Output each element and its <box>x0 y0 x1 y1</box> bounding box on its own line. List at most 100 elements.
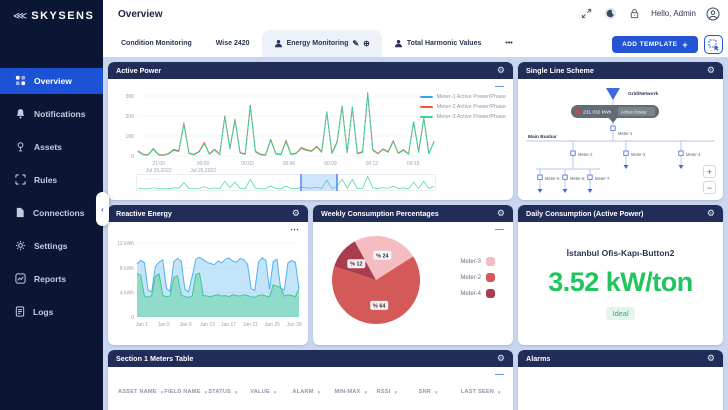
meter-1-label: Meter-1 <box>618 131 633 136</box>
column-header-rssi[interactable]: RSSI▼ <box>377 389 419 395</box>
daily-consumption-body: İstanbul Ofis-Kapı-Button2 3.52 kW/ton I… <box>518 222 723 345</box>
column-label: RSSI <box>377 389 391 395</box>
pie-legend-item[interactable]: Meter-3 <box>460 257 495 266</box>
column-header-min-max[interactable]: MIN-MAX▼ <box>335 389 377 395</box>
sidebar-collapse-handle[interactable]: ‹ <box>96 192 109 226</box>
column-header-last-seen[interactable]: LAST SEEN▼ <box>461 389 503 395</box>
legend-item[interactable]: Meter-3 Active Power/Phase <box>420 114 506 120</box>
add-template-label: ADD TEMPLATE <box>622 41 677 48</box>
gear-icon[interactable]: ⚙ <box>707 354 715 363</box>
scheme-tooltip: 231.032 kWh Active Power <box>571 105 659 123</box>
column-header-field-name[interactable]: FIELD NAME▼ <box>164 389 208 395</box>
panel-menu-icon[interactable]: — <box>495 372 504 376</box>
sidebar-nav: Overview Notifications Assets Rules Connecti… <box>0 68 103 332</box>
legend-item[interactable]: Meter-1 Active Power/Phase <box>420 94 506 100</box>
sidebar-item-rules[interactable]: Rules <box>0 167 103 193</box>
gear-icon <box>15 240 26 253</box>
svg-text:0: 0 <box>131 154 134 160</box>
svg-text:12 kWh: 12 kWh <box>117 241 134 247</box>
panel-title: Active Power <box>116 66 161 75</box>
user-icon <box>394 39 403 48</box>
edit-icon[interactable]: ✎ <box>352 39 359 48</box>
panel-pie-header: Weekly Consumption Percentages ⚙ <box>313 205 513 222</box>
sidebar-item-notifications[interactable]: Notifications <box>0 101 103 127</box>
column-header-snr[interactable]: SNR▼ <box>419 389 461 395</box>
add-template-button[interactable]: ADD TEMPLATE + <box>612 36 698 53</box>
tab-more-button[interactable]: ••• <box>493 30 524 57</box>
column-header-status[interactable]: STATUS▼ <box>208 389 250 395</box>
gear-icon[interactable]: ⚙ <box>707 66 715 75</box>
svg-text:Jan 13: Jan 13 <box>200 322 215 328</box>
filter-arrow-icon: ▼ <box>317 390 322 395</box>
active-power-legend: Meter-1 Active Power/Phase Meter-2 Active… <box>420 94 506 124</box>
svg-text:Jan 5: Jan 5 <box>158 322 170 328</box>
load-arrow-icon <box>679 165 684 169</box>
sidebar-item-settings[interactable]: Settings <box>0 233 103 259</box>
consumption-pie-chart: % 12% 24% 64 <box>329 233 423 332</box>
legend-label: Meter-4 <box>460 291 481 297</box>
single-line-diagram: Grid/Network 231.032 kWh Active Power Me… <box>518 79 723 200</box>
filter-arrow-icon: ▼ <box>234 390 239 395</box>
pie-legend-item[interactable]: Meter-4 <box>460 289 495 298</box>
tab-wise-2420[interactable]: Wise 2420 <box>204 30 262 57</box>
lock-icon[interactable] <box>627 6 642 21</box>
legend-label: Meter-2 <box>460 275 481 281</box>
panel-reactive-header: Reactive Energy ⚙ <box>108 205 308 222</box>
sidebar-item-assets[interactable]: Assets <box>0 134 103 160</box>
gear-icon[interactable]: ⚙ <box>497 209 505 218</box>
gear-icon[interactable]: ⚙ <box>497 354 505 363</box>
zoom-in-button[interactable]: + <box>703 165 716 178</box>
panel-active-power-header: Active Power ⚙ <box>108 62 513 79</box>
fullscreen-icon[interactable] <box>579 6 594 21</box>
svg-text:4 kWh: 4 kWh <box>120 290 134 296</box>
panel-alarms: Alarms ⚙ <box>518 350 723 410</box>
sidebar-item-overview[interactable]: Overview <box>0 68 103 94</box>
tab-label: Energy Monitoring <box>287 40 349 47</box>
report-icon <box>15 273 26 286</box>
column-header-alarm[interactable]: ALARM▼ <box>292 389 334 395</box>
tab-condition-monitoring[interactable]: Condition Monitoring <box>109 30 204 57</box>
svg-text:00:12: 00:12 <box>366 161 379 167</box>
legend-item[interactable]: Meter-2 Active Power/Phase <box>420 104 506 110</box>
panel-menu-icon[interactable]: — <box>495 227 504 231</box>
svg-text:00:00: 00:00 <box>197 161 210 167</box>
legend-swatch <box>486 273 495 282</box>
avatar[interactable] <box>705 6 720 21</box>
legend-label: Meter-1 Active Power/Phase <box>437 94 506 100</box>
svg-text:% 64: % 64 <box>373 303 385 309</box>
widget-library-button[interactable] <box>704 35 723 54</box>
dark-mode-icon[interactable] <box>603 6 618 21</box>
filter-arrow-icon: ▼ <box>363 390 368 395</box>
panel-alarms-header: Alarms ⚙ <box>518 350 723 367</box>
active-power-brush[interactable] <box>136 174 436 196</box>
gear-icon[interactable]: ⚙ <box>497 66 505 75</box>
sidebar: ⋘ SKYSENS Overview Notifications Assets Rul… <box>0 0 103 410</box>
skysens-logo: ⋘ SKYSENS <box>0 0 103 22</box>
add-widget-icon[interactable]: ⊕ <box>363 39 370 48</box>
sidebar-item-reports[interactable]: Reports <box>0 266 103 292</box>
legend-swatch <box>486 257 495 266</box>
pie-legend-item[interactable]: Meter-2 <box>460 273 495 282</box>
gear-icon[interactable]: ⚙ <box>707 209 715 218</box>
svg-text:300: 300 <box>125 94 134 100</box>
column-header-value[interactable]: VALUE▼ <box>250 389 292 395</box>
svg-text:200: 200 <box>125 114 134 120</box>
active-power-chart: 010020030021:00Jul 25,202200:00Jul 26,20… <box>112 84 442 179</box>
zoom-out-button[interactable]: − <box>703 181 716 194</box>
sidebar-item-connections[interactable]: Connections <box>0 200 103 226</box>
panel-menu-icon[interactable]: — <box>495 84 504 88</box>
busbar-label: Main Busbar <box>528 134 557 140</box>
tab-label: ••• <box>505 40 512 47</box>
svg-text:00:06: 00:06 <box>283 161 296 167</box>
svg-text:Jan 25: Jan 25 <box>265 322 280 328</box>
sidebar-item-logs[interactable]: Logs <box>0 299 103 325</box>
panel-reactive-energy: Reactive Energy ⚙ ⋯ 04 kWh8 kWh12 kWhJan… <box>108 205 308 345</box>
dashboard-app: ⋘ SKYSENS Overview Notifications Assets Rul… <box>0 0 728 410</box>
column-header-asset-name[interactable]: ASSET NAME▼ <box>118 389 164 395</box>
legend-swatch <box>486 289 495 298</box>
logo-text: SKYSENS <box>31 10 94 22</box>
tab-energy-monitoring[interactable]: Energy Monitoring✎ ⊕ <box>262 30 382 57</box>
gear-icon[interactable]: ⚙ <box>292 209 300 218</box>
legend-swatch <box>420 106 433 108</box>
tab-total-harmonic-values[interactable]: Total Harmonic Values <box>382 30 494 57</box>
